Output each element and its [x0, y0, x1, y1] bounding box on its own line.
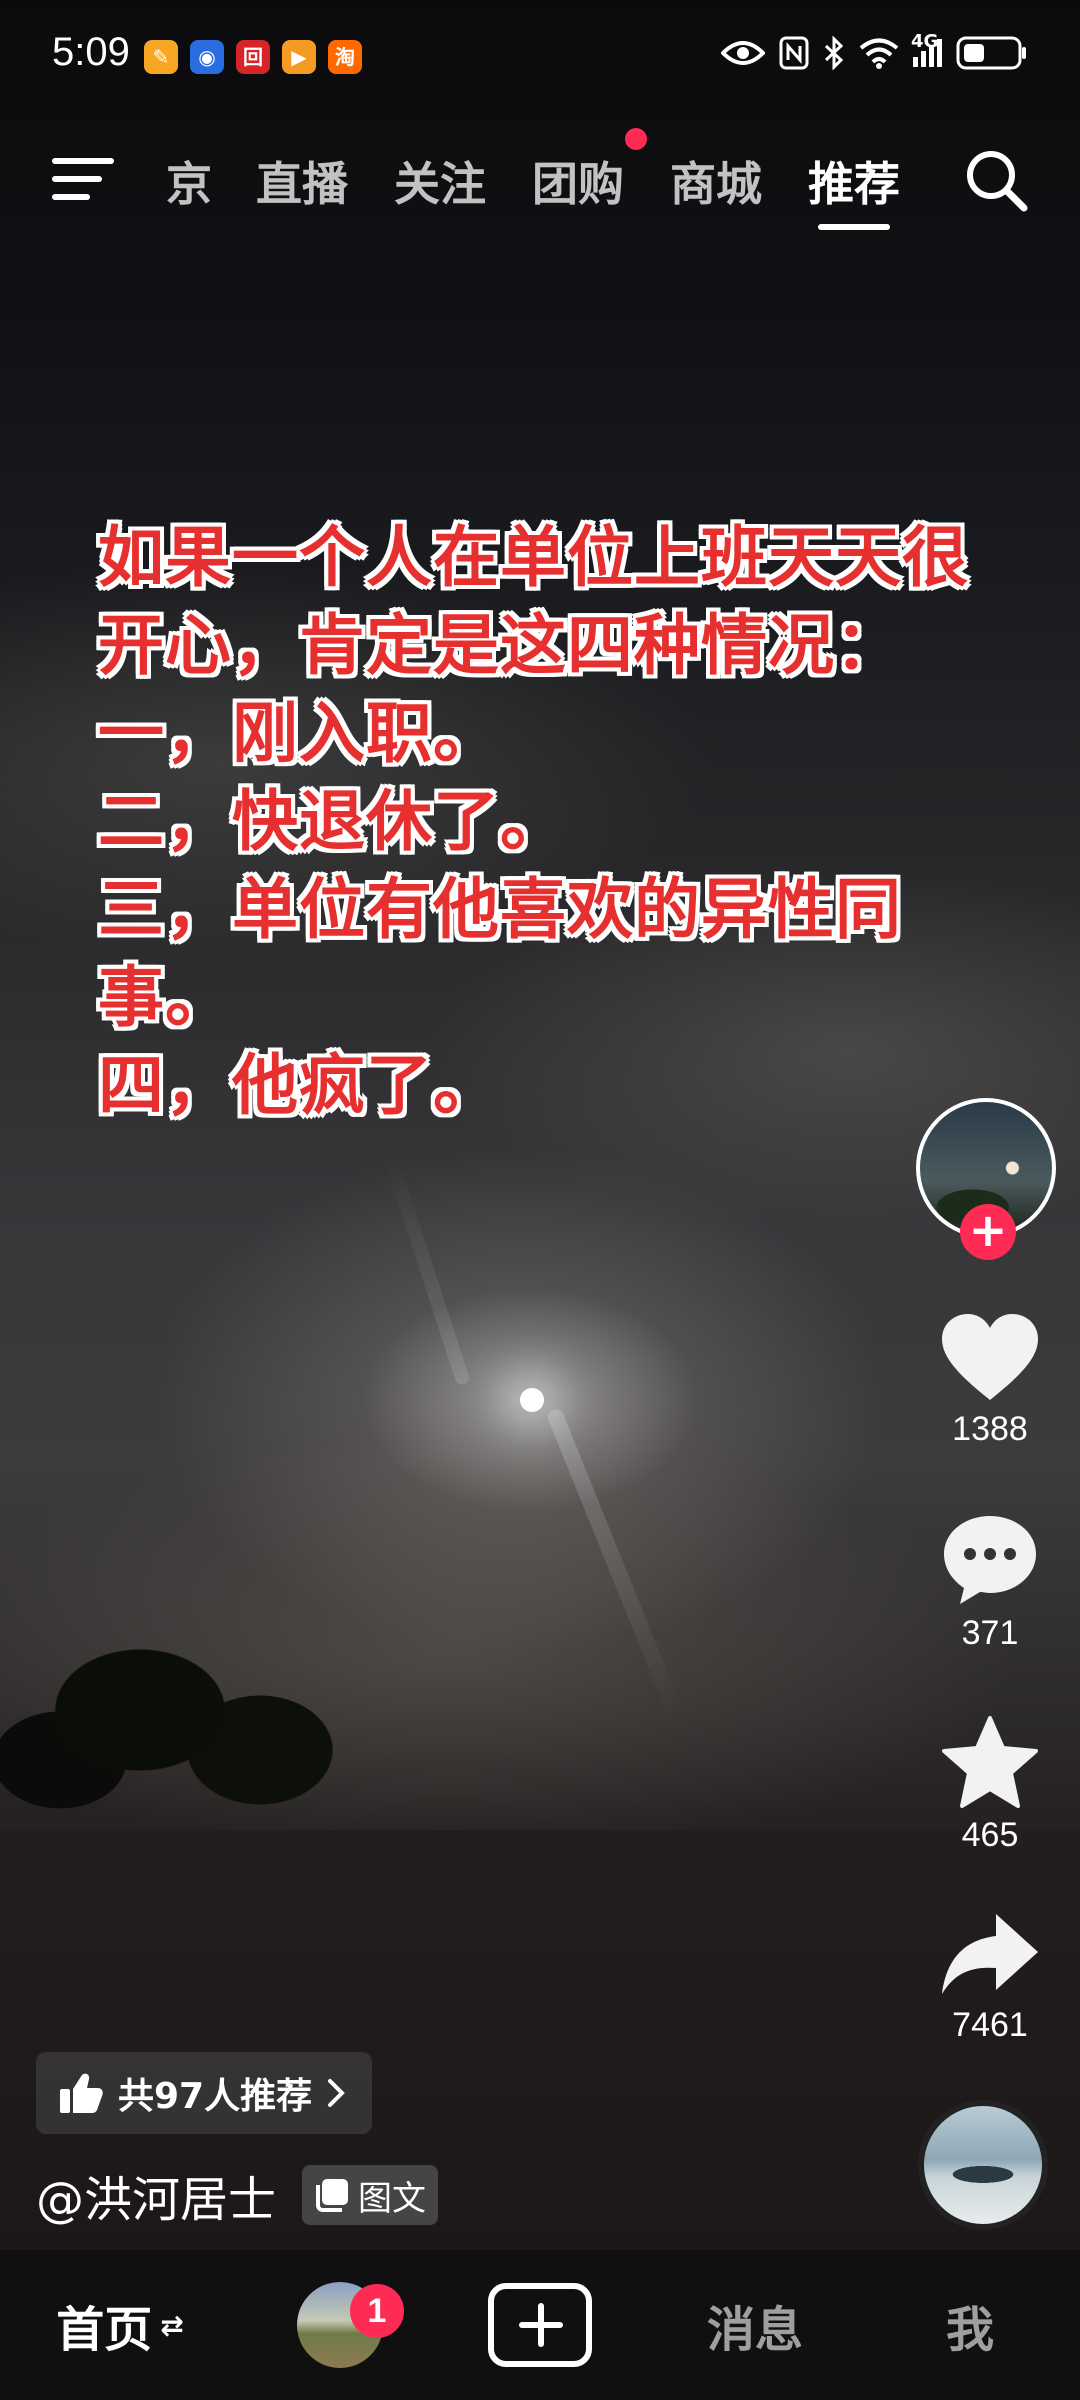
- recommend-pill[interactable]: 共97人推荐: [36, 2052, 373, 2134]
- tab-recommended[interactable]: 推荐: [808, 148, 900, 214]
- nav-home-label: 首页: [56, 2302, 153, 2358]
- overlay-line: 开心，肯定是这四种情况：: [98, 607, 902, 684]
- nfc-icon: [779, 36, 809, 70]
- share-button[interactable]: 7461: [910, 1910, 1070, 2045]
- thumbs-up-icon: [60, 2073, 103, 2113]
- nav-home[interactable]: 首页 ⇄: [40, 2250, 200, 2400]
- signal-icon: 4G: [911, 33, 942, 67]
- heart-icon: [942, 1314, 1038, 1400]
- network-label: 4G: [911, 31, 939, 52]
- top-nav: 京 直播 关注 团购 商城 推荐: [0, 128, 1080, 240]
- app-icon-4: ▶: [282, 40, 316, 74]
- active-tab-indicator: [818, 224, 890, 230]
- post-type-label: 图文: [358, 2178, 427, 2219]
- battery-icon: [956, 36, 1026, 70]
- tab-beijing[interactable]: 京: [166, 148, 212, 214]
- overlay-line: 二，快退休了。: [98, 783, 567, 860]
- overlay-line: 如果一个人在单位上班天天很: [98, 519, 969, 596]
- tab-live[interactable]: 直播: [256, 148, 348, 214]
- follow-button[interactable]: +: [960, 1204, 1016, 1260]
- status-time: 5:09: [52, 30, 130, 74]
- recommend-text: 共97人推荐: [118, 2076, 313, 2117]
- share-icon: [942, 1914, 1038, 1994]
- favorite-button[interactable]: 465: [910, 1714, 1070, 1855]
- light-flare: [545, 1407, 685, 1719]
- comment-count: 371: [961, 1614, 1019, 1652]
- post-type-badge: 图文: [302, 2165, 439, 2225]
- overlay-line: 一，刚入职。: [98, 695, 500, 772]
- tab-group-buy[interactable]: 团购: [532, 148, 624, 214]
- star-icon: [942, 1716, 1038, 1808]
- bluetooth-icon: [824, 36, 844, 70]
- app-icon-1: ✎: [144, 40, 178, 74]
- wifi-icon: [859, 38, 899, 69]
- comment-icon: [944, 1516, 1036, 1604]
- app-icon-3: 回: [236, 40, 270, 74]
- status-bar: 5:09 ✎ ◉ 回 ▶ 淘 4G: [0, 0, 1080, 110]
- moon: [520, 1388, 544, 1412]
- search-icon[interactable]: [962, 146, 1030, 214]
- author-row: @洪河居士 图文: [36, 2160, 439, 2230]
- author-name[interactable]: @洪河居士: [36, 2160, 276, 2230]
- swap-icon: ⇄: [160, 2308, 184, 2342]
- taobao-icon: 淘: [328, 40, 362, 74]
- create-button[interactable]: [486, 2250, 594, 2400]
- friends-badge: 1: [350, 2284, 404, 2338]
- menu-icon[interactable]: [52, 154, 114, 204]
- overlay-line: 事。: [98, 959, 232, 1036]
- plus-icon: [488, 2283, 592, 2367]
- share-count: 7461: [952, 2006, 1028, 2044]
- comment-button[interactable]: 371: [910, 1512, 1070, 1653]
- nav-friends[interactable]: 1: [270, 2250, 410, 2400]
- chevron-right-icon: [328, 2079, 345, 2107]
- post-caption-overlay: 如果一个人在单位上班天天很 开心，肯定是这四种情况： 一，刚入职。 二，快退休了…: [98, 514, 968, 1130]
- status-indicators: 4G: [721, 33, 1028, 70]
- tab-notification-dot: [625, 128, 647, 150]
- notification-icons: ✎ ◉ 回 ▶ 淘: [144, 40, 362, 74]
- favorite-count: 465: [961, 1816, 1019, 1854]
- app-icon-2: ◉: [190, 40, 224, 74]
- tree-silhouette: [0, 1590, 400, 1830]
- light-flare: [383, 1153, 471, 1387]
- tab-mall[interactable]: 商城: [670, 148, 762, 214]
- music-disc[interactable]: [918, 2100, 1048, 2230]
- bottom-nav: 首页 ⇄ 1 消息 我: [0, 2250, 1080, 2400]
- nav-me[interactable]: 我: [890, 2250, 1050, 2400]
- tab-following[interactable]: 关注: [394, 148, 486, 214]
- nav-messages[interactable]: 消息: [680, 2250, 830, 2400]
- eye-icon: [721, 41, 765, 65]
- like-button[interactable]: 1388: [910, 1312, 1070, 1449]
- like-count: 1388: [952, 1410, 1028, 1448]
- overlay-line: 四，他疯了。: [98, 1047, 500, 1124]
- gallery-icon: [316, 2179, 349, 2212]
- overlay-line: 三，单位有他喜欢的异性同: [98, 871, 902, 948]
